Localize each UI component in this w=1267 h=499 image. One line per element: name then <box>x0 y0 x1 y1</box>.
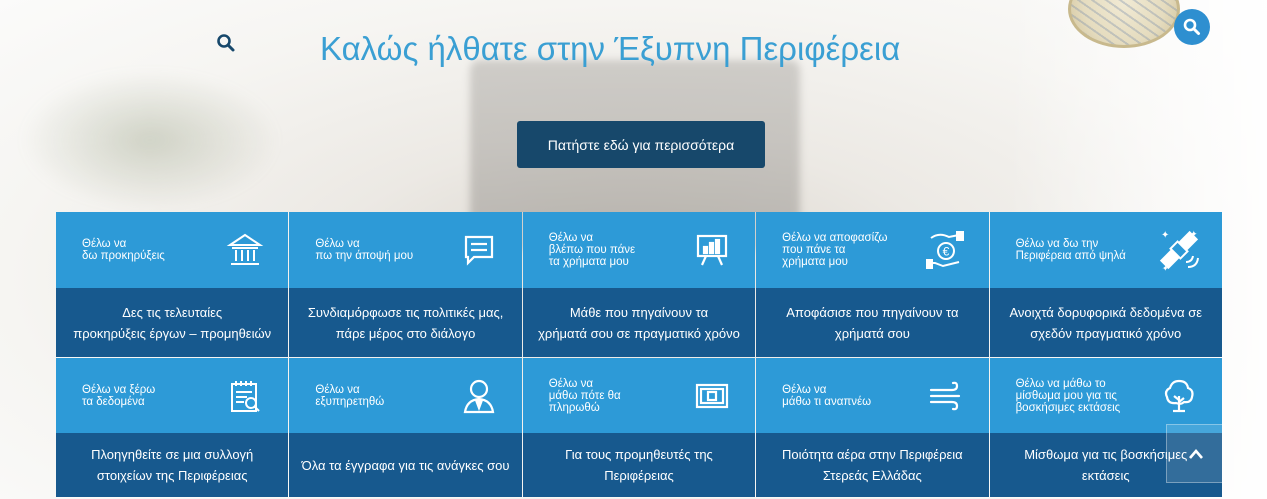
satellite-icon: ✦ ✦ ✦ <box>1156 227 1202 273</box>
tile-description[interactable]: Συνδιαμόρφωσε τις πολιτικές μας, πάρε μέ… <box>289 288 522 357</box>
tile-decide-spending[interactable]: Θέλω να αποφασίζω που πάνε τα χρήματα μο… <box>756 212 990 358</box>
tile-proclamations[interactable]: Θέλω να δω προκηρύξεις Δες τις τελευταίε… <box>56 212 290 358</box>
person-service-icon <box>456 373 502 419</box>
tile-label: Θέλω να δω την Περιφέρεια από ψηλά <box>1015 238 1126 262</box>
tile-header[interactable]: Θέλω να βλέπω που πάνε τα χρήματα μου <box>522 212 756 288</box>
svg-text:✦: ✦ <box>1190 229 1198 239</box>
data-calendar-icon <box>222 373 268 419</box>
chevron-up-icon <box>1188 448 1203 459</box>
services-row-1: Θέλω να δω προκηρύξεις Δες τις τελευταίε… <box>56 212 1223 358</box>
svg-text:€: € <box>942 245 949 259</box>
tile-header[interactable]: Θέλω να μάθω τι αναπνέω <box>756 358 989 433</box>
tile-open-data[interactable]: Θέλω να ξέρω τα δεδομένα Πλοηγηθείτε σε … <box>56 358 290 498</box>
tile-label: Θέλω να πω την άποψή μου <box>315 238 414 262</box>
tile-description[interactable]: Για τους προμηθευτές της Περιφέρειας <box>522 433 756 497</box>
search-icon[interactable] <box>216 33 236 53</box>
presentation-chart-icon <box>689 227 735 273</box>
tile-air-quality[interactable]: Θέλω να μάθω τι αναπνέω Ποιότητα αέρα στ… <box>756 358 990 498</box>
tile-label: Θέλω να αποφασίζω που πάνε τα χρήματα μο… <box>782 232 888 268</box>
tile-description[interactable]: Πλοηγηθείτε σε μια συλλογή στοιχείων της… <box>56 433 289 497</box>
tile-header[interactable]: Θέλω να μάθω το μίσθωμα μου για τις βοσκ… <box>989 358 1222 433</box>
tile-header[interactable]: Θέλω να δω προκηρύξεις <box>56 212 289 288</box>
page-title: Καλώς ήλθατε στην Έξυπνη Περιφέρεια <box>320 30 901 67</box>
search-icon <box>1183 18 1200 35</box>
tile-label: Θέλω να βλέπω που πάνε τα χρήματα μου <box>548 232 636 268</box>
tile-description[interactable]: Ανοιχτά δορυφορικά δεδομένα σε σχεδόν πρ… <box>989 288 1222 357</box>
tree-icon <box>1156 373 1202 419</box>
wind-icon <box>923 373 969 419</box>
globe-map-icon[interactable] <box>1068 0 1180 48</box>
tile-service[interactable]: Θέλω να εξυπηρετηθώ Όλα τα έγγραφα για τ… <box>289 358 523 498</box>
tile-description[interactable]: Όλα τα έγγραφα για τις ανάγκες σου <box>289 433 522 497</box>
tile-header[interactable]: Θέλω να πω την άποψή μου <box>289 212 522 288</box>
scroll-to-top-button[interactable] <box>1166 424 1225 483</box>
tile-label: Θέλω να ξέρω τα δεδομένα <box>82 383 156 408</box>
tile-label: Θέλω να μάθω το μίσθωμα μου για τις βοσκ… <box>1015 377 1121 414</box>
tile-description[interactable]: Ποιότητα αέρα στην Περιφέρεια Στερεάς Ελ… <box>756 433 989 497</box>
tile-header[interactable]: Θέλω να δω την Περιφέρεια από ψηλά ✦ ✦ ✦ <box>989 212 1222 288</box>
bank-icon <box>222 227 268 273</box>
tile-label: Θέλω να δω προκηρύξεις <box>82 238 165 262</box>
globe-search-button[interactable] <box>1174 9 1210 45</box>
tile-opinion[interactable]: Θέλω να πω την άποψή μου Συνδιαμόρφωσε τ… <box>289 212 523 358</box>
tile-description[interactable]: Μάθε που πηγαίνουν τα χρήματά σου σε πρα… <box>522 288 756 357</box>
tile-payments[interactable]: Θέλω να μάθω πότε θα πληρωθώ Για τους πρ… <box>522 358 757 498</box>
chat-icon <box>456 227 502 273</box>
tile-label: Θέλω να εξυπηρετηθώ <box>315 383 385 408</box>
tile-header[interactable]: Θέλω να εξυπηρετηθώ <box>289 358 522 433</box>
tile-header[interactable]: Θέλω να αποφασίζω που πάνε τα χρήματα μο… <box>756 212 989 288</box>
svg-text:✦: ✦ <box>1161 230 1169 241</box>
tile-label: Θέλω να μάθω τι αναπνέω <box>782 383 872 408</box>
tile-satellite[interactable]: Θέλω να δω την Περιφέρεια από ψηλά ✦ ✦ ✦ <box>989 212 1223 358</box>
services-row-2: Θέλω να ξέρω τα δεδομένα Πλοηγηθείτε σε … <box>56 358 1223 498</box>
euro-hand-icon: € <box>923 227 969 273</box>
svg-text:✦: ✦ <box>1162 264 1169 273</box>
tile-label: Θέλω να μάθω πότε θα πληρωθώ <box>548 377 621 414</box>
tile-header[interactable]: Θέλω να ξέρω τα δεδομένα <box>56 358 289 433</box>
more-info-button[interactable]: Πατήστε εδώ για περισσότερα <box>517 121 765 168</box>
tile-spending[interactable]: Θέλω να βλέπω που πάνε τα χρήματα μου Μά… <box>522 212 757 358</box>
money-bill-icon <box>689 373 735 419</box>
background-plant <box>20 70 280 210</box>
services-grid: Θέλω να δω προκηρύξεις Δες τις τελευταίε… <box>56 212 1223 498</box>
tile-description[interactable]: Δες τις τελευταίες προκηρύξεις έργων – π… <box>56 288 289 357</box>
tile-header[interactable]: Θέλω να μάθω πότε θα πληρωθώ <box>522 358 756 433</box>
tile-description[interactable]: Αποφάσισε που πηγαίνουν τα χρήματά σου <box>756 288 989 357</box>
